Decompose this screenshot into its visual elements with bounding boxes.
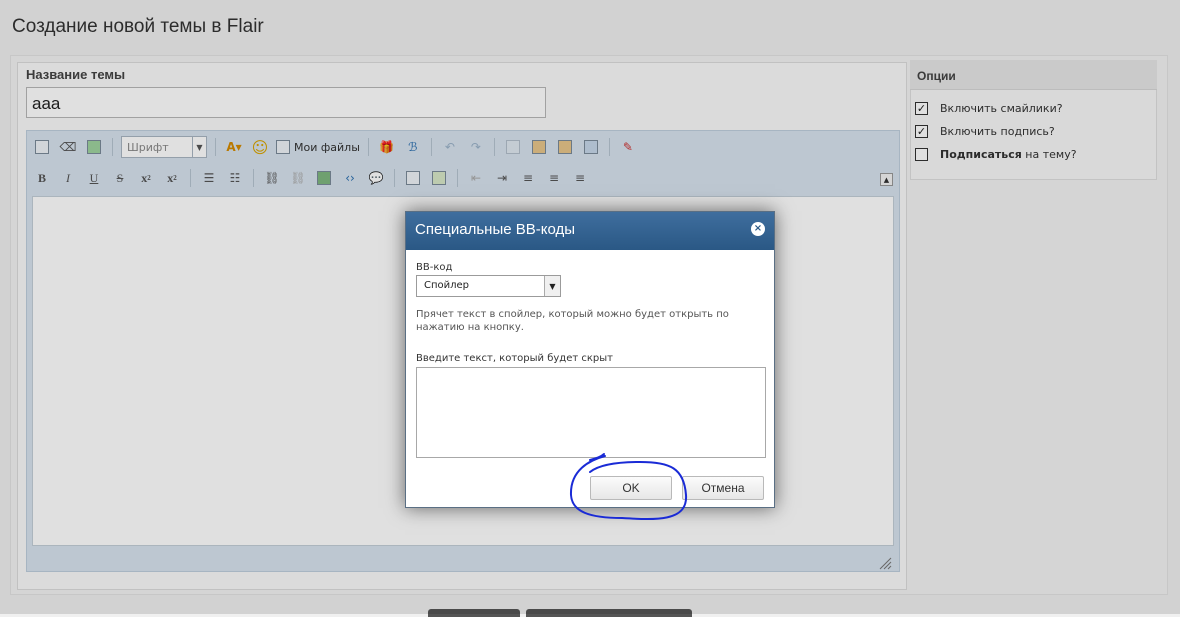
close-icon[interactable]: × xyxy=(751,222,765,236)
bbcode-hint: Прячет текст в спойлер, который можно бу… xyxy=(416,309,729,333)
hidden-text-label: Введите текст, который будет скрыт xyxy=(416,353,613,364)
ok-button[interactable]: OK xyxy=(590,476,672,500)
cancel-button[interactable]: Отмена xyxy=(682,476,764,500)
chevron-down-icon: ▼ xyxy=(544,276,560,296)
hidden-text-input[interactable] xyxy=(416,367,766,458)
dialog-title: Специальные BB-коды xyxy=(406,212,774,250)
special-bbcodes-dialog: Специальные BB-коды × BB-код Спойлер ▼ П… xyxy=(405,211,775,508)
bbcode-select[interactable]: Спойлер ▼ xyxy=(416,275,561,297)
bbcode-select-value: Спойлер xyxy=(424,280,470,291)
bbcode-label: BB-код xyxy=(416,262,453,273)
